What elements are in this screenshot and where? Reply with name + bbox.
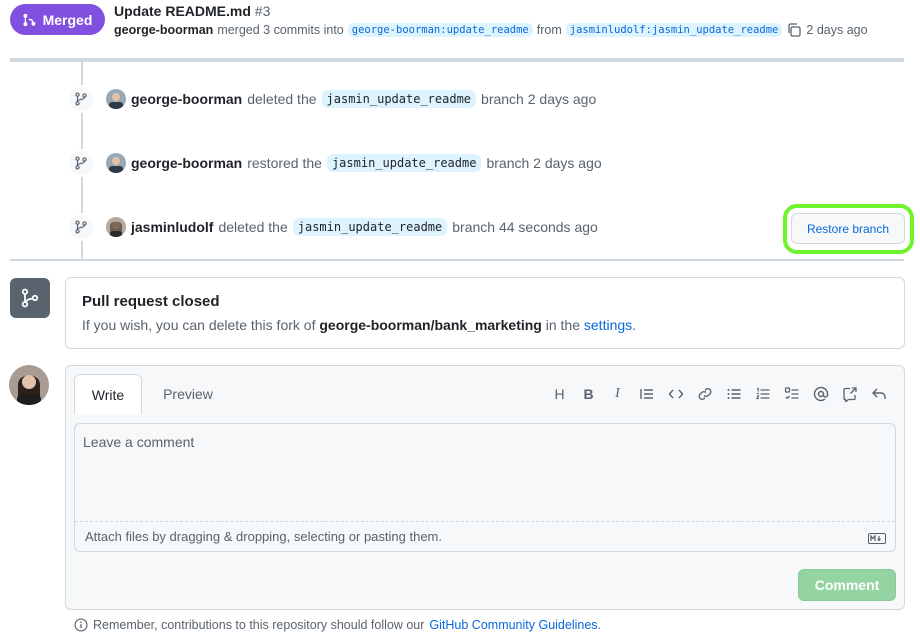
tab-write[interactable]: Write bbox=[74, 374, 142, 414]
guidelines-suffix: . bbox=[597, 618, 602, 632]
quote-icon bbox=[639, 389, 653, 399]
timeline-branch: jasmin_update_readme bbox=[326, 154, 482, 172]
merged-status-badge: Merged bbox=[10, 4, 105, 35]
timeline-event: george-boorman deleted the jasmin_update… bbox=[106, 89, 596, 109]
markdown-toolbar: H B I bbox=[545, 383, 893, 405]
comment-textarea[interactable] bbox=[75, 424, 895, 520]
timeline-branch: jasmin_update_readme bbox=[321, 90, 477, 108]
task-list-icon bbox=[784, 387, 798, 400]
timeline-action: restored the bbox=[247, 155, 322, 171]
git-branch-icon bbox=[75, 220, 87, 234]
pr-number: #3 bbox=[254, 3, 271, 19]
link-button[interactable] bbox=[690, 383, 719, 405]
timeline-user[interactable]: george-boorman bbox=[131, 155, 242, 171]
timeline-action: deleted the bbox=[218, 219, 288, 235]
reply-icon bbox=[871, 388, 886, 399]
timeline-user[interactable]: george-boorman bbox=[131, 91, 242, 107]
mention-icon bbox=[813, 386, 828, 402]
link-icon bbox=[698, 388, 711, 400]
settings-link[interactable]: settings bbox=[584, 317, 632, 333]
ordered-list-icon bbox=[755, 387, 769, 400]
info-icon bbox=[74, 618, 88, 632]
copy-icon[interactable] bbox=[786, 22, 802, 38]
cross-reference-icon bbox=[842, 387, 857, 402]
closed-title: Pull request closed bbox=[82, 293, 220, 310]
ordered-list-button[interactable] bbox=[748, 383, 777, 405]
code-button[interactable] bbox=[661, 383, 690, 405]
timeline-suffix: branch 44 seconds ago bbox=[452, 219, 598, 235]
community-guidelines-link[interactable]: GitHub Community Guidelines bbox=[429, 618, 597, 632]
bold-icon: B bbox=[583, 386, 594, 402]
restore-branch-button[interactable]: Restore branch bbox=[791, 213, 905, 244]
current-user-avatar[interactable] bbox=[9, 365, 49, 405]
branch-event-icon bbox=[67, 213, 95, 241]
head-branch[interactable]: jasminludolf:jasmin_update_readme bbox=[565, 23, 783, 37]
closed-msg-end: . bbox=[632, 317, 637, 333]
pr-time: 2 days ago bbox=[806, 23, 868, 37]
avatar[interactable] bbox=[106, 89, 126, 109]
heading-button[interactable]: H bbox=[545, 383, 574, 405]
git-branch-icon bbox=[75, 156, 87, 170]
attach-files-text: Attach files by dragging & dropping, sel… bbox=[85, 529, 442, 544]
italic-button[interactable]: I bbox=[603, 383, 632, 405]
pr-meta: george-boorman merged 3 commits into geo… bbox=[114, 22, 868, 38]
git-merge-icon bbox=[23, 13, 36, 26]
saved-reply-button[interactable] bbox=[864, 383, 893, 405]
tab-preview[interactable]: Preview bbox=[148, 374, 228, 414]
bold-button[interactable]: B bbox=[574, 383, 603, 405]
heading-icon: H bbox=[554, 386, 565, 402]
avatar[interactable] bbox=[106, 217, 126, 237]
closed-msg-prefix: If you wish, you can delete this fork of bbox=[82, 317, 316, 333]
base-branch[interactable]: george-boorman:update_readme bbox=[347, 23, 533, 37]
timeline-suffix: branch 2 days ago bbox=[486, 155, 602, 171]
closed-status-icon bbox=[10, 278, 50, 318]
closed-message: If you wish, you can delete this fork of… bbox=[82, 317, 636, 333]
timeline-branch: jasmin_update_readme bbox=[292, 218, 448, 236]
timeline-divider bbox=[10, 259, 904, 261]
pr-author-link[interactable]: george-boorman bbox=[114, 23, 213, 37]
closed-msg-mid: in the bbox=[545, 317, 580, 333]
branch-event-icon bbox=[67, 85, 95, 113]
timeline-action: deleted the bbox=[247, 91, 317, 107]
unordered-list-button[interactable] bbox=[719, 383, 748, 405]
git-branch-icon bbox=[21, 288, 39, 308]
unordered-list-icon bbox=[727, 389, 740, 399]
guidelines-prefix: Remember, contributions to this reposito… bbox=[93, 618, 425, 632]
fork-repo-name: george-boorman/bank_marketing bbox=[319, 317, 542, 333]
task-list-button[interactable] bbox=[777, 383, 806, 405]
cross-reference-button[interactable] bbox=[835, 383, 864, 405]
from-text: from bbox=[536, 23, 562, 37]
git-branch-icon bbox=[75, 92, 87, 106]
timeline-suffix: branch 2 days ago bbox=[481, 91, 597, 107]
pr-closed-box bbox=[65, 277, 905, 349]
italic-icon: I bbox=[615, 386, 620, 401]
code-icon bbox=[668, 389, 683, 399]
pr-title-text: Update README.md bbox=[114, 3, 251, 19]
pr-title: Update README.md #3 bbox=[114, 3, 270, 19]
quote-button[interactable] bbox=[632, 383, 661, 405]
attach-files-bar[interactable]: Attach files by dragging & dropping, sel… bbox=[75, 521, 895, 551]
branch-event-icon bbox=[67, 149, 95, 177]
guidelines-notice: Remember, contributions to this reposito… bbox=[74, 618, 601, 632]
timeline-event: jasminludolf deleted the jasmin_update_r… bbox=[106, 217, 598, 237]
avatar[interactable] bbox=[106, 153, 126, 173]
comment-submit-button[interactable]: Comment bbox=[798, 569, 896, 601]
markdown-icon[interactable] bbox=[868, 531, 886, 547]
timeline-user[interactable]: jasminludolf bbox=[131, 219, 213, 235]
timeline-event: george-boorman restored the jasmin_updat… bbox=[106, 153, 602, 173]
merged-label: Merged bbox=[42, 11, 93, 28]
merged-text: merged 3 commits into bbox=[217, 23, 344, 37]
mention-button[interactable] bbox=[806, 383, 835, 405]
header-divider bbox=[10, 58, 904, 62]
